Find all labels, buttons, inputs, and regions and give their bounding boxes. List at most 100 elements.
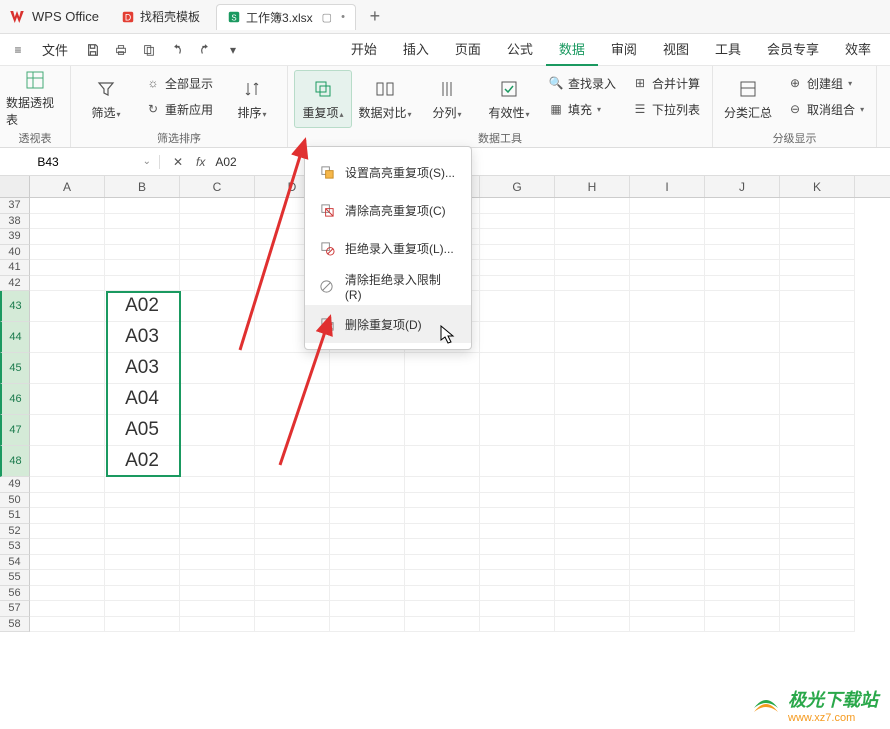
cell[interactable] (630, 198, 705, 214)
cell[interactable] (780, 291, 855, 322)
cell[interactable] (480, 353, 555, 384)
row-header[interactable]: 39 (0, 229, 30, 245)
undo-icon[interactable] (164, 37, 190, 63)
cell[interactable] (255, 586, 330, 602)
cell[interactable] (480, 524, 555, 540)
cell[interactable] (780, 384, 855, 415)
cell[interactable] (630, 353, 705, 384)
redo-icon[interactable] (192, 37, 218, 63)
cell[interactable] (180, 245, 255, 261)
fx-icon[interactable]: fx (196, 155, 205, 169)
cell[interactable] (705, 555, 780, 571)
cell[interactable] (330, 555, 405, 571)
cell[interactable] (30, 384, 105, 415)
row-header[interactable]: 53 (0, 539, 30, 555)
cell[interactable] (780, 601, 855, 617)
cell[interactable] (555, 291, 630, 322)
cell[interactable] (30, 508, 105, 524)
cell[interactable] (780, 508, 855, 524)
cell[interactable] (405, 353, 480, 384)
cell[interactable] (180, 508, 255, 524)
cell[interactable] (105, 214, 180, 230)
cell[interactable] (480, 446, 555, 477)
cell[interactable] (780, 245, 855, 261)
cell[interactable] (780, 229, 855, 245)
row-header[interactable]: 46 (0, 384, 30, 415)
cell[interactable] (630, 586, 705, 602)
cell[interactable] (555, 322, 630, 353)
cell[interactable] (555, 477, 630, 493)
cell[interactable] (630, 322, 705, 353)
col-header[interactable]: H (555, 176, 630, 197)
fill-button[interactable]: ▦填充▾ (542, 96, 622, 122)
cell[interactable] (30, 586, 105, 602)
cell[interactable] (180, 415, 255, 446)
cell[interactable]: A04 (105, 384, 180, 415)
cell[interactable] (780, 322, 855, 353)
formula-value[interactable]: A02 (215, 155, 236, 169)
menu-tab-view[interactable]: 视图 (650, 33, 702, 66)
cell[interactable] (405, 477, 480, 493)
cell[interactable] (480, 539, 555, 555)
cell[interactable] (555, 260, 630, 276)
row-header[interactable]: 50 (0, 493, 30, 509)
cell[interactable] (480, 291, 555, 322)
cell[interactable] (30, 555, 105, 571)
cell[interactable] (480, 586, 555, 602)
text-to-columns-button[interactable]: 分列▾ (418, 70, 476, 128)
cell[interactable] (330, 353, 405, 384)
cell[interactable] (180, 477, 255, 493)
cell[interactable] (780, 586, 855, 602)
row-header[interactable]: 55 (0, 570, 30, 586)
tab-close-icon[interactable]: • (341, 11, 345, 23)
cell[interactable] (330, 617, 405, 633)
cell[interactable] (630, 601, 705, 617)
cell[interactable] (630, 493, 705, 509)
cell[interactable] (555, 214, 630, 230)
cell[interactable] (555, 198, 630, 214)
cell[interactable] (705, 617, 780, 633)
cell[interactable] (480, 198, 555, 214)
cell[interactable] (480, 229, 555, 245)
cell[interactable] (180, 384, 255, 415)
cell[interactable] (480, 617, 555, 633)
cell[interactable] (480, 493, 555, 509)
cell[interactable] (555, 617, 630, 633)
cell[interactable] (705, 198, 780, 214)
cell[interactable] (405, 524, 480, 540)
cell[interactable] (180, 524, 255, 540)
menu-tab-formula[interactable]: 公式 (494, 33, 546, 66)
subtotal-button[interactable]: 分类汇总 (719, 70, 777, 128)
cell[interactable] (555, 493, 630, 509)
cell[interactable] (255, 508, 330, 524)
cell[interactable] (705, 601, 780, 617)
row-header[interactable]: 38 (0, 214, 30, 230)
menu-tab-review[interactable]: 审阅 (598, 33, 650, 66)
row-header[interactable]: 47 (0, 415, 30, 446)
cell[interactable] (180, 353, 255, 384)
cell[interactable] (30, 539, 105, 555)
group-button[interactable]: ⊕创建组▾ (781, 70, 870, 96)
dropdown-item-reject-clear[interactable]: 清除拒绝录入限制(R) (305, 267, 471, 305)
tab-window-icon[interactable]: ▢ (322, 11, 332, 24)
cell[interactable] (480, 508, 555, 524)
menu-tab-insert[interactable]: 插入 (390, 33, 442, 66)
cell[interactable] (480, 384, 555, 415)
cell[interactable] (30, 477, 105, 493)
cell[interactable] (105, 260, 180, 276)
cell[interactable] (180, 493, 255, 509)
cell[interactable] (780, 415, 855, 446)
cell[interactable] (780, 555, 855, 571)
cell[interactable] (780, 214, 855, 230)
cell[interactable] (180, 198, 255, 214)
cell[interactable] (705, 493, 780, 509)
cell[interactable] (780, 353, 855, 384)
cell[interactable] (630, 508, 705, 524)
cell[interactable] (405, 586, 480, 602)
save-icon[interactable] (80, 37, 106, 63)
cell[interactable] (780, 617, 855, 633)
cell[interactable] (705, 291, 780, 322)
col-header[interactable]: B (105, 176, 180, 197)
cell[interactable] (105, 229, 180, 245)
row-header[interactable]: 54 (0, 555, 30, 571)
